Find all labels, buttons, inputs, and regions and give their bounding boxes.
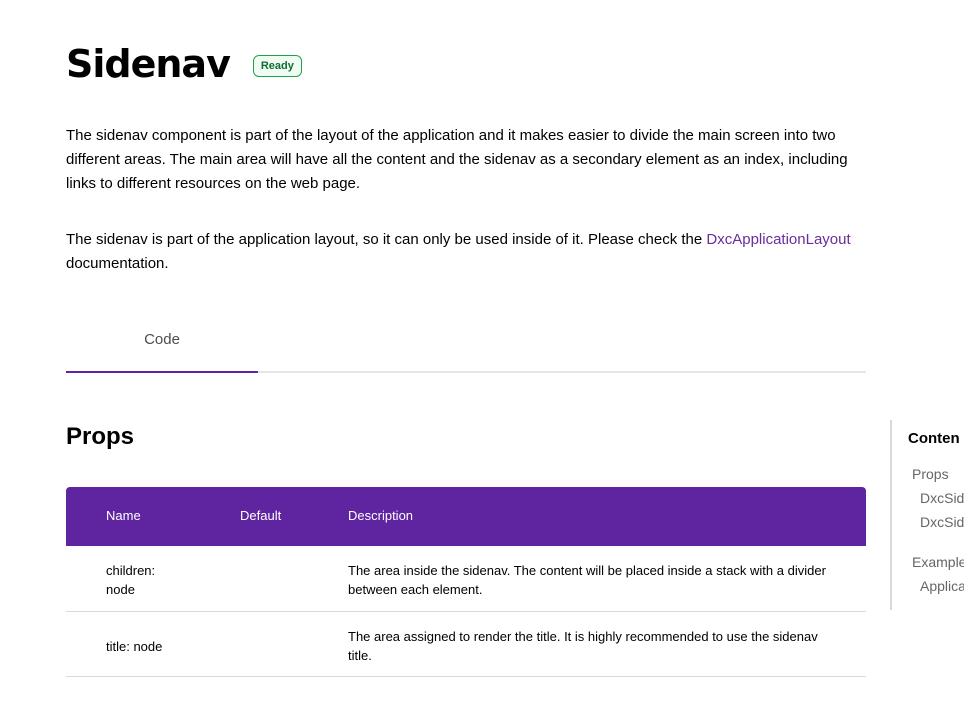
props-section-title: Props	[66, 423, 135, 450]
page-title: Sidenav	[66, 42, 231, 86]
page-header: Sidenav Ready	[66, 40, 302, 88]
status-badge: Ready	[252, 55, 302, 77]
column-header-default: Default	[240, 508, 282, 523]
toc-item-props[interactable]: Props	[912, 466, 949, 482]
column-header-name: Name	[106, 508, 141, 523]
toc-item-examples-sub[interactable]: Applica	[920, 578, 964, 594]
table-row: children: node The area inside the siden…	[66, 546, 866, 612]
table-row: title: node The area assigned to render …	[66, 612, 866, 677]
table-header: Name Default Description	[66, 487, 866, 546]
prop-name-line2: node	[106, 582, 135, 597]
prop-description-cell: The area assigned to render the title. I…	[348, 629, 818, 663]
layout-note-suffix: documentation.	[66, 255, 169, 272]
prop-name-cell: title: node	[106, 639, 163, 654]
props-table: Name Default Description children: node …	[66, 487, 866, 677]
column-header-description: Description	[348, 508, 414, 523]
prop-description-cell: The area inside the sidenav. The content…	[348, 563, 826, 597]
active-tab-indicator	[66, 371, 258, 373]
toc-item-examples[interactable]: Example	[912, 554, 964, 570]
application-layout-link[interactable]: DxcApplicationLayout	[706, 231, 850, 248]
prop-name-cell: children: node	[106, 561, 206, 599]
toc-title: Conten	[908, 430, 960, 447]
page: Sidenav Ready The sidenav component is p…	[0, 0, 964, 714]
prop-name-line1: children:	[106, 563, 156, 578]
toc-item-props-sub[interactable]: DxcSid	[920, 490, 964, 506]
tab-code[interactable]: Code	[66, 314, 258, 371]
layout-note-text: The sidenav is part of the application l…	[66, 231, 707, 248]
toc-item-props-sub[interactable]: DxcSid	[920, 514, 964, 530]
tab-code-label: Code	[144, 331, 180, 348]
layout-note-paragraph: The sidenav is part of the application l…	[66, 228, 856, 276]
tab-bar: Code	[66, 314, 866, 373]
intro-paragraph: The sidenav component is part of the lay…	[66, 127, 848, 192]
table-of-contents: Conten Props DxcSid DxcSid Example Appli…	[890, 420, 964, 610]
